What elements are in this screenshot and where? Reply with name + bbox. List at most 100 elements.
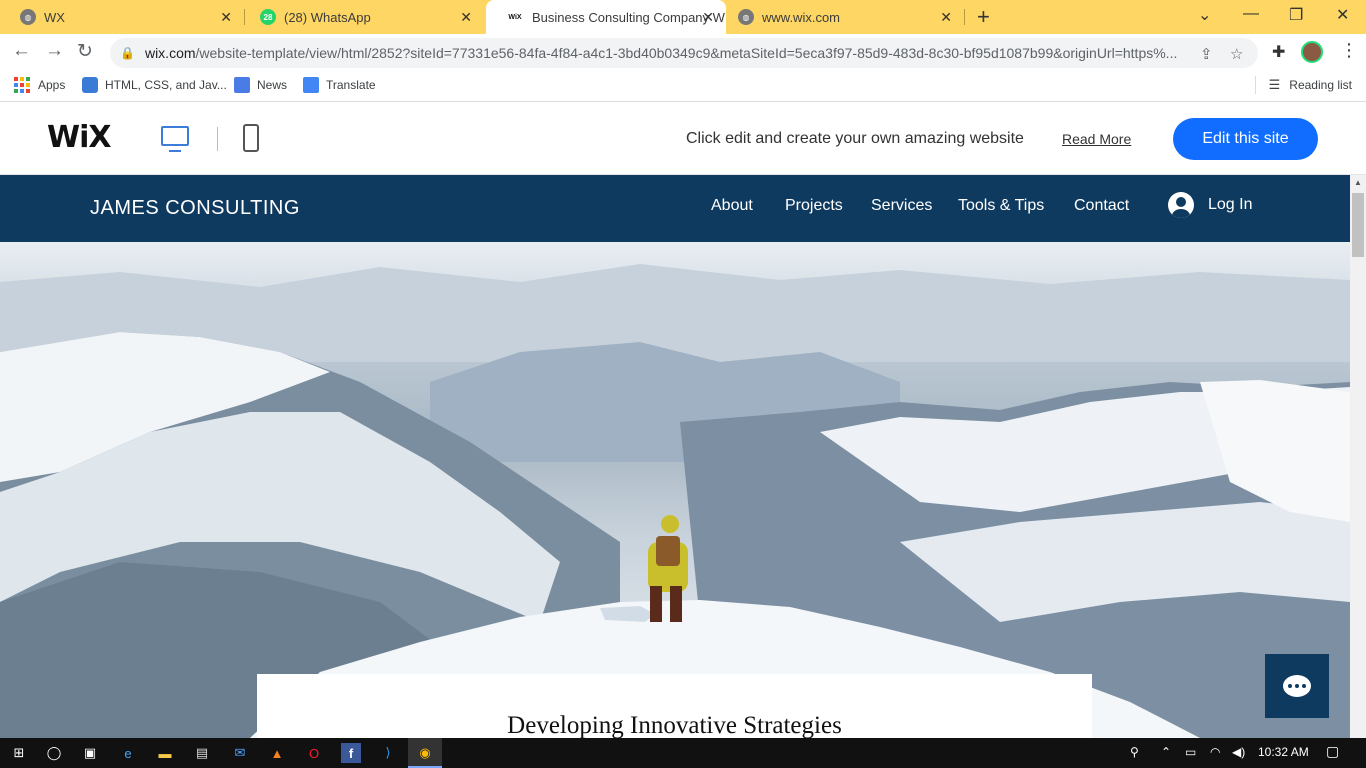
tray-chevron-icon[interactable]: ⌃	[1161, 745, 1171, 759]
battery-icon[interactable]: ▭	[1185, 745, 1196, 759]
bookmark-label: Translate	[326, 78, 376, 92]
device-divider	[217, 127, 218, 151]
chrome-icon[interactable]: ◉	[415, 743, 435, 763]
minimize-button[interactable]: —	[1243, 5, 1259, 23]
bookmark-label: News	[257, 78, 288, 92]
tab-wx[interactable]: ◍ WX ✕	[0, 0, 244, 34]
mountain-landscape	[0, 264, 1350, 738]
reading-list-label: Reading list	[1289, 78, 1352, 92]
translate-icon	[303, 77, 319, 93]
menu-icon[interactable]: ⋮	[1340, 40, 1358, 61]
clock[interactable]: 10:32 AM	[1258, 745, 1309, 759]
hero-heading: Developing Innovative Strategies	[507, 712, 842, 738]
bookmark-star-icon[interactable]: ☆	[1230, 45, 1243, 63]
close-icon[interactable]: ✕	[220, 9, 232, 26]
store-icon[interactable]: ▤	[192, 743, 212, 763]
share-icon[interactable]: ⇪	[1200, 45, 1213, 63]
hero-card: Developing Innovative Strategies	[257, 674, 1092, 738]
hero-image: Developing Innovative Strategies	[0, 242, 1350, 738]
apps-grid-icon	[14, 77, 30, 93]
login-label: Log In	[1208, 196, 1253, 213]
nav-projects[interactable]: Projects	[785, 197, 843, 215]
facebook-icon[interactable]: f	[341, 743, 361, 763]
close-window-button[interactable]: ✕	[1336, 5, 1349, 25]
tab-business-consulting[interactable]: WiX Business Consulting Company W ✕	[486, 0, 726, 34]
nav-tools-tips[interactable]: Tools & Tips	[958, 197, 1044, 215]
extensions-icon[interactable]: ✚	[1272, 42, 1285, 62]
task-view-icon[interactable]: ▣	[80, 743, 100, 763]
address-bar[interactable]: 🔒 wix.com/website-template/view/html/285…	[110, 38, 1258, 68]
edit-site-button[interactable]: Edit this site	[1173, 118, 1318, 160]
reading-list-button[interactable]: ☰ Reading list	[1269, 77, 1352, 93]
reading-list-icon: ☰	[1268, 77, 1281, 92]
tab-strip: ◍ WX ✕ 28 (28) WhatsApp ✕ WiX Business C…	[0, 0, 1366, 34]
wix-logo[interactable]: WiX	[47, 120, 112, 155]
nav-about[interactable]: About	[711, 197, 753, 215]
bookmark-label: Apps	[38, 78, 66, 92]
scroll-up-icon[interactable]: ▲	[1354, 178, 1362, 187]
read-more-link[interactable]: Read More	[1062, 131, 1131, 147]
mobile-view-icon[interactable]	[243, 124, 259, 152]
bookmark-news[interactable]: News	[234, 77, 287, 93]
url-path: /website-template/view/html/2852?siteId=…	[195, 45, 1178, 61]
site-brand[interactable]: JAMES CONSULTING	[90, 197, 300, 220]
forward-icon[interactable]: →	[45, 40, 64, 62]
edge-icon[interactable]: e	[118, 743, 138, 763]
chat-bubble-icon	[1283, 675, 1311, 697]
tab-title: WX	[44, 9, 65, 25]
globe-icon: ◍	[20, 9, 36, 25]
browser-toolbar: ← → ↻ 🔒 wix.com/website-template/view/ht…	[0, 34, 1366, 70]
start-icon[interactable]: ⊞	[9, 743, 29, 763]
tab-wix-com[interactable]: ◍ www.wix.com ✕	[718, 0, 964, 34]
close-icon[interactable]: ✕	[940, 9, 952, 26]
close-icon[interactable]: ✕	[702, 9, 714, 26]
wix-preview-bar: WiX Click edit and create your own amazi…	[0, 103, 1366, 175]
vlc-icon[interactable]: ▲	[267, 743, 287, 763]
file-explorer-icon[interactable]: ▬	[155, 743, 175, 763]
tab-search-icon[interactable]: ⌄	[1198, 5, 1211, 25]
wix-message: Click edit and create your own amazing w…	[686, 130, 1024, 147]
volume-icon[interactable]: ◀)	[1232, 745, 1245, 759]
bookmark-html-css[interactable]: HTML, CSS, and Jav...	[82, 77, 227, 93]
cortana-icon[interactable]: ◯	[44, 743, 64, 763]
back-icon[interactable]: ←	[12, 40, 31, 62]
whatsapp-icon: 28	[260, 9, 276, 25]
restore-button[interactable]: ❐	[1289, 5, 1303, 25]
login-button[interactable]: Log In	[1168, 192, 1252, 218]
tab-title: Business Consulting Company W	[532, 9, 725, 25]
tab-divider	[964, 9, 965, 25]
site-header: JAMES CONSULTING About Projects Services…	[0, 175, 1350, 242]
windows-taskbar: ⊞ ◯ ▣ e ▬ ▤ ✉ ▲ O f ⟩ ◉ ⚲ ⌃ ▭ ◠ ◀) 10:32…	[0, 738, 1366, 768]
nav-services[interactable]: Services	[871, 197, 932, 215]
tab-title: www.wix.com	[762, 9, 841, 25]
bookmark-translate[interactable]: Translate	[303, 77, 376, 93]
desktop-view-icon[interactable]	[161, 126, 189, 152]
globe-icon: ◍	[738, 9, 754, 25]
bookmark-apps[interactable]: Apps	[14, 77, 65, 93]
bookmarks-divider	[1255, 76, 1256, 94]
bookmark-site-icon	[82, 77, 98, 93]
opera-icon[interactable]: O	[304, 743, 324, 763]
new-tab-button[interactable]: +	[977, 4, 990, 30]
people-icon[interactable]: ⚲	[1130, 745, 1139, 759]
news-icon	[234, 77, 250, 93]
nav-contact[interactable]: Contact	[1074, 197, 1129, 215]
user-icon	[1168, 192, 1194, 218]
tab-title: (28) WhatsApp	[284, 9, 371, 25]
scrollbar-thumb[interactable]	[1352, 193, 1364, 257]
bookmarks-bar: Apps HTML, CSS, and Jav... News Translat…	[0, 70, 1366, 102]
url-host: wix.com	[144, 45, 196, 61]
wix-icon: WiX	[508, 13, 522, 21]
avatar[interactable]	[1301, 41, 1323, 63]
reload-icon[interactable]: ↻	[77, 40, 93, 63]
tab-whatsapp[interactable]: 28 (28) WhatsApp ✕	[240, 0, 484, 34]
vscode-icon[interactable]: ⟩	[378, 743, 398, 763]
page-scrollbar[interactable]: ▲	[1350, 175, 1366, 738]
chat-button[interactable]	[1265, 654, 1329, 718]
lock-icon[interactable]: 🔒	[120, 46, 135, 60]
mail-icon[interactable]: ✉	[230, 743, 250, 763]
wifi-icon[interactable]: ◠	[1210, 745, 1220, 759]
url-text[interactable]: wix.com/website-template/view/html/2852?…	[145, 45, 1185, 61]
notifications-icon[interactable]: ▢	[1326, 743, 1339, 760]
close-icon[interactable]: ✕	[460, 9, 472, 26]
